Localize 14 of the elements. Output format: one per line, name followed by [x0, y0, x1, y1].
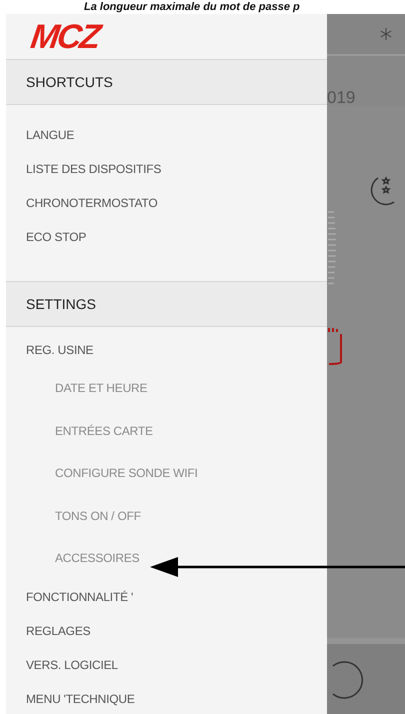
- menu-item[interactable]: REG. USINE: [26, 333, 94, 367]
- menu-item[interactable]: LANGUE: [26, 118, 74, 152]
- brand-logo: MCZ: [28, 20, 102, 54]
- snowflake-icon: [380, 28, 392, 40]
- menu-item[interactable]: REGLAGES: [26, 614, 90, 648]
- menu-item[interactable]: VERS. LOGICIEL: [26, 648, 118, 682]
- caption-text: La longueur maximale du mot de passe p: [83, 0, 301, 14]
- section-header: SETTINGS: [6, 281, 327, 327]
- menu-item[interactable]: LISTE DES DISPOSITIFS: [26, 152, 162, 186]
- menu-item[interactable]: CHRONOTERMOSTATO: [26, 186, 158, 220]
- menu-item[interactable]: FONCTIONNALITÉ ': [26, 580, 134, 614]
- menu-item[interactable]: MENU 'TECHNIQUE: [26, 682, 135, 714]
- menu-item[interactable]: ECO STOP: [26, 220, 86, 254]
- section-header: SHORTCUTS: [6, 59, 327, 105]
